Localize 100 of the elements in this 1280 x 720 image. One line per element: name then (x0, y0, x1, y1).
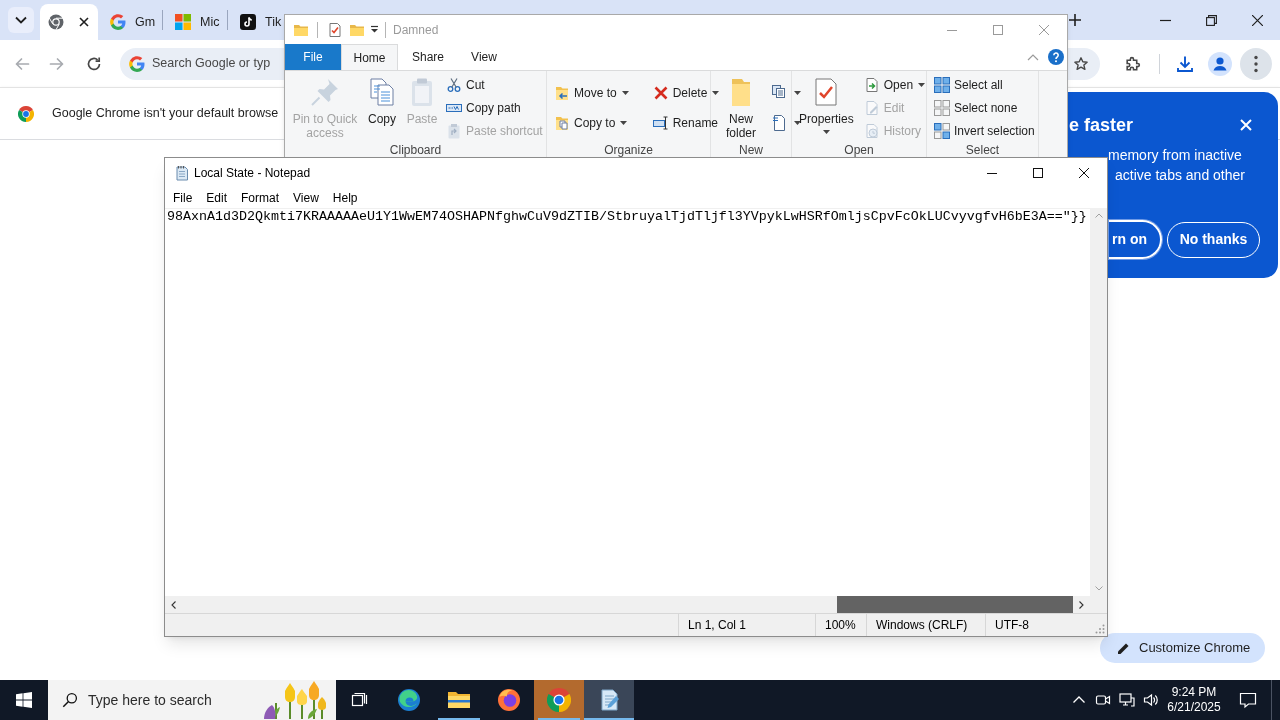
ribbon-button[interactable]: Move to (552, 81, 631, 104)
ribbon-button[interactable]: Select none (932, 97, 1037, 119)
music-note-icon (240, 14, 256, 30)
star-icon (1073, 55, 1089, 72)
search-box[interactable]: Type here to search (48, 680, 336, 720)
history-icon (863, 123, 880, 139)
clock-time: 9:24 PM (1171, 685, 1217, 700)
browser-tab[interactable] (40, 4, 98, 40)
select-none-icon (934, 100, 950, 116)
help-icon[interactable] (1048, 49, 1064, 65)
status-text: Ln 1, Col 1 (678, 614, 815, 636)
ribbon-button[interactable]: Properties (797, 73, 856, 143)
close-icon[interactable] (79, 17, 89, 27)
paste-shortcut-icon (446, 123, 462, 139)
ribbon-group-label: Organize (603, 143, 654, 157)
ribbon-button[interactable]: Select all (932, 74, 1037, 96)
bookmark-button[interactable] (1069, 47, 1100, 80)
volume-icon[interactable] (1143, 692, 1159, 708)
ribbon-group-label: Clipboard (388, 143, 443, 157)
ribbon-button[interactable]: Rename (650, 112, 722, 135)
video-camera-icon[interactable] (1095, 692, 1111, 708)
delete-icon (652, 84, 669, 101)
menu-item[interactable]: Edit (199, 188, 235, 207)
pencil-icon (1117, 641, 1130, 655)
browser-icon (48, 14, 64, 30)
four-squares-icon (175, 14, 191, 30)
windows-logo-icon[interactable] (16, 692, 32, 708)
move-to-folder-icon (554, 84, 570, 101)
select-all-icon (934, 77, 950, 93)
browser-tab[interactable]: Mic (163, 4, 227, 40)
browser-icon (397, 688, 421, 712)
clock-date: 6/21/2025 (1167, 700, 1221, 715)
address-bar[interactable]: Search Google or typ (120, 47, 283, 80)
profile-avatar-icon[interactable] (1208, 51, 1232, 76)
ribbon-button[interactable]: Copy to (552, 112, 631, 135)
taskbar-button[interactable] (584, 680, 634, 720)
collapse-ribbon-icon[interactable] (1027, 53, 1039, 61)
menu-item[interactable]: File (166, 188, 200, 207)
info-bar-message: Google Chrome isn't your default browse (52, 105, 279, 123)
edit-icon (863, 100, 880, 116)
horizontal-scrollbar[interactable] (165, 596, 1090, 613)
status-text: 100% (815, 614, 866, 636)
maximize-icon[interactable] (1033, 167, 1043, 178)
copy-to-folder-icon (554, 115, 570, 132)
notepad-icon (174, 164, 190, 181)
window-title: Damned (393, 21, 439, 39)
ribbon-group-label: New (738, 143, 764, 157)
menu-item[interactable]: View (286, 188, 326, 207)
puzzle-piece-icon[interactable] (1124, 54, 1142, 73)
invert-selection-icon (934, 123, 950, 139)
more-menu-icon[interactable] (1240, 47, 1272, 80)
dropdown-caret-icon[interactable] (370, 25, 379, 34)
browser-tab[interactable]: Gm (98, 4, 162, 40)
promo-title: e faster (1069, 114, 1134, 136)
browser-icon (547, 688, 571, 712)
ribbon-button[interactable]: Cut (444, 74, 545, 96)
customize-button[interactable]: Customize Chrome (1100, 633, 1265, 663)
scrollbar-thumb[interactable] (837, 596, 1073, 613)
promo-text: active tabs and other (1115, 166, 1246, 185)
tab-search-button[interactable] (8, 7, 34, 33)
properties-icon[interactable] (327, 21, 343, 38)
network-icon[interactable] (1119, 692, 1135, 708)
ribbon-group-label: Open (843, 143, 875, 157)
scissors-icon (446, 77, 462, 93)
ribbon-group-label: Select (964, 143, 1001, 157)
close-icon[interactable] (1079, 167, 1089, 178)
new-tab-plus-icon[interactable] (1069, 14, 1081, 26)
ribbon-button[interactable]: Copy path (444, 97, 545, 119)
download-icon[interactable] (1176, 54, 1194, 73)
ribbon-tab[interactable]: Share (398, 44, 458, 70)
ribbon-button[interactable]: New folder (719, 73, 763, 143)
window-title: Local State - Notepad (194, 164, 311, 182)
open-file-icon (863, 77, 880, 93)
menu-item[interactable]: Format (234, 188, 287, 207)
task-view-icon[interactable] (351, 692, 369, 708)
close-icon[interactable] (1251, 14, 1263, 26)
menu-item[interactable]: Help (325, 188, 365, 207)
document-text: 98AxnA1d3D2Qkmti7KRAAAAAeU1Y1WwEM74OSHAPNfghwCuV9dZTIB/StbruyalTjdTljfl3YVpykLwHSRfOmljsCpvFcOkLUCvyvgfvH6bE3A=="}} (167, 209, 1087, 225)
restore-icon[interactable] (1205, 14, 1217, 26)
rename-icon (652, 115, 669, 132)
browser-icon (497, 688, 521, 712)
status-text: Windows (CRLF) (866, 614, 985, 636)
browser-tab[interactable]: Tik (228, 4, 279, 40)
ribbon-tab[interactable]: View (458, 44, 510, 70)
resize-grip-icon[interactable] (1095, 624, 1105, 634)
g-logo-icon (110, 14, 126, 30)
search-icon (62, 692, 78, 708)
ribbon-tab[interactable]: Home (341, 44, 398, 70)
reload-icon[interactable] (86, 55, 102, 72)
ribbon-button[interactable]: Invert selection (932, 120, 1037, 142)
ribbon-button[interactable]: Delete (650, 81, 722, 104)
ribbon-tab[interactable]: File (285, 44, 341, 70)
promo-text: memory from inactive (1108, 146, 1243, 165)
browser-icon (18, 105, 34, 122)
notification-icon[interactable] (1239, 691, 1257, 709)
ribbon-button[interactable]: Copy (364, 73, 400, 143)
pin-icon (309, 76, 341, 108)
status-text: UTF-8 (985, 614, 1090, 636)
chevron-down-icon (15, 16, 27, 24)
ribbon-button[interactable]: Open (861, 74, 928, 96)
